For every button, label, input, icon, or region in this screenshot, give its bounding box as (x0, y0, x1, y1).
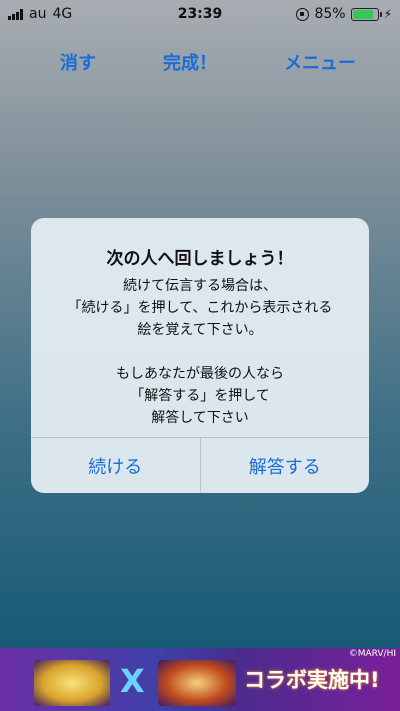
ad-text: コラボ実施中! (244, 668, 380, 692)
menu-button[interactable]: メニュー (284, 49, 356, 75)
alert-dialog: 次の人へ回しましょう！ 続けて伝言する場合は、 「続ける」を押して、これから表示… (31, 218, 369, 493)
alert-buttons: 続ける 解答する (31, 437, 369, 493)
carrier-label: au (29, 6, 47, 22)
erase-button[interactable]: 消す (60, 49, 96, 75)
signal-icon (8, 8, 23, 20)
game-logo-image (34, 660, 110, 706)
answer-button[interactable]: 解答する (199, 438, 370, 493)
status-left: au 4G (8, 6, 72, 22)
nav-bar: 消す 完成！ メニュー (0, 40, 400, 84)
alert-message: 続けて伝言する場合は、 「続ける」を押して、これから表示される 絵を覚えて下さい… (67, 278, 333, 426)
status-bar: au 4G 23:39 85% ⚡ (0, 0, 400, 28)
alert-title: 次の人へ回しましょう！ (106, 249, 294, 269)
collab-logo-image (158, 660, 236, 706)
battery-percent: 85% (314, 6, 346, 22)
rotation-lock-icon (296, 7, 310, 21)
continue-button[interactable]: 続ける (31, 438, 200, 493)
battery-icon (350, 7, 382, 21)
done-button[interactable]: 完成！ (163, 49, 217, 75)
network-label: 4G (52, 6, 73, 22)
battery-fill (352, 9, 373, 19)
ad-credit: ©MARV/HI (348, 649, 396, 659)
status-right: 85% ⚡ (296, 6, 392, 22)
collab-cross: X (120, 662, 145, 700)
ad-banner[interactable]: ©MARV/HI X コラボ実施中! (0, 648, 400, 711)
charging-icon: ⚡ (383, 7, 392, 21)
